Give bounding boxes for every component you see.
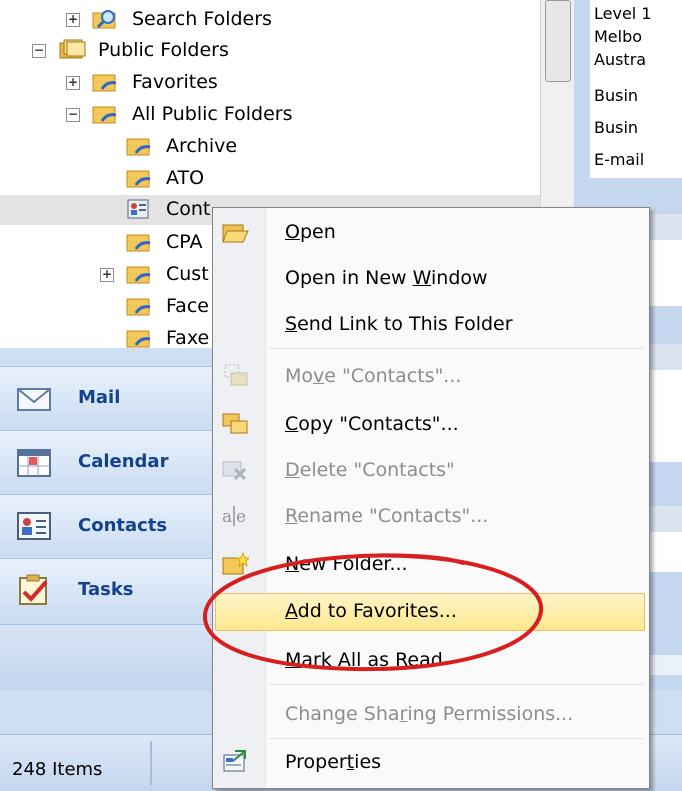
folder-shared-icon xyxy=(92,106,117,124)
card-line: Busin xyxy=(594,86,639,105)
menu-label: Send Link to This Folder xyxy=(285,313,513,335)
move-folder-icon xyxy=(224,364,248,386)
new-folder-icon xyxy=(222,551,249,575)
menu-item-add-to-favorites[interactable]: Add to Favorites... xyxy=(213,591,649,631)
nav-button-contacts[interactable]: Contacts xyxy=(0,494,214,557)
tree-item-archive[interactable]: Archive xyxy=(0,132,540,162)
menu-separator xyxy=(269,738,643,739)
collapse-icon[interactable]: − xyxy=(66,108,80,122)
menu-item-open[interactable]: Open xyxy=(213,212,649,252)
public-folders-icon xyxy=(59,39,86,59)
contact-card[interactable]: Level 1 Melbo Austra Busin Busin E-mail xyxy=(590,0,682,178)
nav-button-mail[interactable]: Mail xyxy=(0,366,214,429)
folder-shared-icon xyxy=(126,170,151,188)
tree-item-favorites[interactable]: + Favorites xyxy=(0,68,540,98)
tree-item-ato[interactable]: ATO xyxy=(0,164,540,194)
open-folder-icon xyxy=(222,224,249,243)
context-menu[interactable]: Open Open in New Window Send Link to Thi… xyxy=(212,207,650,789)
menu-label: Mark All as Read xyxy=(285,649,443,671)
tree-item-label: Cust xyxy=(166,263,209,285)
menu-item-move[interactable]: Move "Contacts"... xyxy=(213,356,649,396)
menu-item-send-link[interactable]: Send Link to This Folder xyxy=(213,304,649,344)
svg-text:a: a xyxy=(222,507,232,527)
menu-label: Open in New Window xyxy=(285,267,488,289)
tree-item-label: Search Folders xyxy=(132,8,272,30)
status-divider xyxy=(150,741,152,785)
menu-separator xyxy=(269,684,643,685)
menu-label: Change Sharing Permissions... xyxy=(285,703,574,725)
nav-label: Contacts xyxy=(78,515,168,536)
menu-label: New Folder... xyxy=(285,553,408,575)
card-line: Austra xyxy=(594,50,647,69)
menu-label: Copy "Contacts"... xyxy=(285,413,459,435)
nav-button-calendar[interactable]: Calendar xyxy=(0,430,214,493)
folder-shared-icon xyxy=(126,266,151,284)
calendar-icon xyxy=(17,449,51,477)
mail-icon xyxy=(17,388,51,411)
tree-item-label: Face xyxy=(166,295,209,317)
card-line: Melbo xyxy=(594,27,643,46)
menu-label: Open xyxy=(285,221,336,243)
tasks-icon xyxy=(19,574,48,605)
delete-folder-icon xyxy=(222,461,247,481)
expand-icon[interactable]: + xyxy=(66,13,80,27)
nav-label: Calendar xyxy=(78,451,169,472)
copy-folder-icon xyxy=(222,413,248,434)
menu-item-change-sharing[interactable]: Change Sharing Permissions... xyxy=(213,694,649,734)
nav-label: Tasks xyxy=(78,579,134,600)
search-folder-icon xyxy=(92,10,116,29)
nav-button-tasks[interactable]: Tasks xyxy=(0,558,214,621)
tree-item-search-folders[interactable]: + Search Folders xyxy=(0,5,540,35)
menu-separator xyxy=(269,348,643,349)
tree-item-label: Archive xyxy=(166,135,238,157)
tree-item-label: Faxe xyxy=(166,327,210,348)
item-count: 248 Items xyxy=(12,759,103,780)
menu-item-rename[interactable]: a e Rename "Contacts"... xyxy=(213,496,649,536)
menu-label: Move "Contacts"... xyxy=(285,365,462,387)
card-line: Busin xyxy=(594,118,639,137)
folder-shared-icon xyxy=(126,298,151,316)
collapse-icon[interactable]: − xyxy=(32,44,46,58)
menu-item-properties[interactable]: Properties xyxy=(213,742,649,782)
menu-label: Delete "Contacts" xyxy=(285,459,455,481)
menu-label: Rename "Contacts"... xyxy=(285,505,489,527)
tree-item-public-folders[interactable]: − Public Folders xyxy=(0,36,540,66)
folder-shared-icon xyxy=(92,74,117,92)
menu-label: Properties xyxy=(285,751,382,773)
tree-item-label: ATO xyxy=(166,167,205,189)
menu-label: Add to Favorites... xyxy=(285,600,457,622)
folder-shared-icon xyxy=(126,234,151,252)
properties-icon xyxy=(223,750,246,772)
contacts-icon xyxy=(17,512,51,540)
card-line: Level 1 xyxy=(594,4,652,23)
card-line: E-mail xyxy=(594,150,645,169)
tree-item-label: All Public Folders xyxy=(132,103,293,125)
tree-item-all-public-folders[interactable]: − All Public Folders xyxy=(0,100,540,130)
menu-item-delete[interactable]: Delete "Contacts" xyxy=(213,450,649,490)
expand-icon[interactable]: + xyxy=(100,268,114,282)
svg-text:e: e xyxy=(236,507,246,527)
menu-item-copy[interactable]: Copy "Contacts"... xyxy=(213,404,649,444)
tree-item-label: CPA xyxy=(166,231,203,253)
tree-item-label: Favorites xyxy=(132,71,218,93)
folder-shared-icon xyxy=(126,330,151,348)
menu-item-mark-all-read[interactable]: Mark All as Read xyxy=(213,640,649,680)
tree-item-label: Public Folders xyxy=(98,39,229,61)
expand-icon[interactable]: + xyxy=(66,76,80,90)
menu-item-open-new-window[interactable]: Open in New Window xyxy=(213,258,649,298)
contacts-folder-icon xyxy=(127,199,149,219)
nav-pane-footer xyxy=(0,624,214,691)
menu-item-new-folder[interactable]: New Folder... xyxy=(213,544,649,584)
scrollbar-thumb[interactable] xyxy=(545,0,571,82)
folder-shared-icon xyxy=(126,138,151,156)
nav-label: Mail xyxy=(78,387,121,408)
rename-icon: a e xyxy=(222,506,246,527)
tree-item-label: Cont xyxy=(166,198,211,220)
